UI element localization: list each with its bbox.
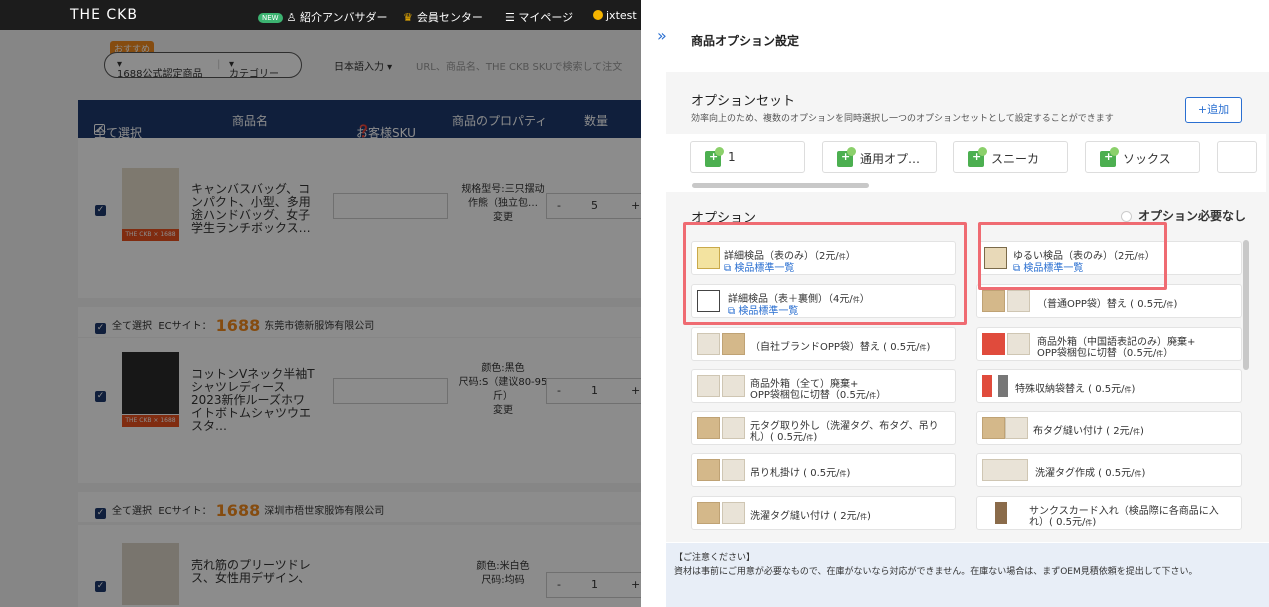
hang-tag-icon (722, 459, 745, 481)
box-icon (697, 375, 720, 397)
brand-bag-icon (697, 333, 720, 355)
care-label-icon (982, 459, 1028, 481)
brand-bag-icon (722, 333, 745, 355)
option-brand-opp-bag[interactable]: （自社ブランドOPP袋）替え ( 0.5元/件) (691, 327, 956, 361)
radio-icon (1121, 211, 1132, 222)
option-set-card[interactable]: 1 (690, 141, 805, 173)
nav-user-label: jxtest (606, 9, 637, 22)
option-set-card[interactable] (1217, 141, 1257, 173)
vertical-scrollbar[interactable] (1243, 240, 1249, 370)
option-tag-removal[interactable]: 元タグ取り外し（洗濯タグ、布タグ、吊り 札）( 0.5元/件) (691, 411, 956, 445)
box-icon (982, 333, 1005, 355)
fabric-tag-icon (1005, 417, 1028, 439)
nav-ambassador[interactable]: NEW ♙ 紹介アンバサダー (258, 9, 388, 25)
care-label-sew-icon (722, 502, 745, 524)
option-text: （普通OPP袋）替え ( 0.5元/件) (1037, 299, 1178, 310)
horizontal-scrollbar[interactable] (692, 183, 869, 188)
option-thanks-card[interactable]: サンクスカード入れ（検品際に各商品に入 れ）( 0.5元/件) (976, 496, 1242, 530)
option-set-label: 通用オプ… (860, 152, 921, 166)
option-box-discard-cn[interactable]: 商品外箱（中国語表記のみ）廃棄+ OPP袋梱包に切替（0.5元/件） (976, 327, 1242, 361)
option-set-dot (715, 147, 724, 156)
no-option-label: オプション必要なし (1138, 209, 1247, 223)
option-set-dot (978, 147, 987, 156)
drawer-header: » 商品オプション設定 (641, 0, 1269, 72)
drawer-title: 商品オプション設定 (691, 34, 800, 48)
option-text: （自社ブランドOPP袋）替え ( 0.5元/件) (750, 342, 931, 353)
opp-bag-icon (982, 290, 1005, 312)
user-avatar-icon (593, 10, 603, 20)
nav-member-center[interactable]: ♛ 会員センター (403, 9, 483, 25)
hang-tag-icon (697, 459, 720, 481)
highlight-box-left (683, 222, 967, 325)
notice-title: 【ご注意ください】 (674, 553, 756, 563)
option-set-card[interactable]: ソックス (1085, 141, 1200, 173)
box-icon (1007, 333, 1030, 355)
special-bag-icon (998, 375, 1008, 397)
option-set-label: 1 (728, 150, 736, 164)
opp-bag-icon (1007, 290, 1030, 312)
option-hang-tag[interactable]: 吊り札掛け ( 0.5元/件) (691, 453, 956, 487)
option-text-line-2: 札）( 0.5元/件) (750, 432, 818, 443)
option-text-line-2: OPP袋梱包に切替（0.5元/件） (1037, 348, 1174, 359)
add-option-set-button[interactable]: +追加 (1185, 97, 1242, 123)
special-bag-icon (982, 375, 992, 397)
option-special-bag[interactable]: 特殊収納袋替え ( 0.5元/件) (976, 369, 1242, 403)
nav-mypage[interactable]: ☰ マイページ (505, 9, 573, 25)
option-box-discard-all[interactable]: 商品外箱（全て）廃棄+ OPP袋梱包に切替（0.5元/件） (691, 369, 956, 403)
nav-member-label: 会員センター (416, 11, 483, 24)
option-text: 布タグ縫い付け ( 2元/件) (1033, 426, 1144, 437)
option-set-title: オプションセット (691, 94, 796, 109)
tag-icon (722, 417, 745, 439)
option-set-dot (1110, 147, 1119, 156)
care-label-sew-icon (697, 502, 720, 524)
option-text: 洗濯タグ作成 ( 0.5元/件) (1035, 468, 1146, 479)
thanks-card-icon (995, 502, 1007, 524)
option-set-card[interactable]: 通用オプ… (822, 141, 937, 173)
tag-icon (697, 417, 720, 439)
option-set-dot (847, 147, 856, 156)
option-fabric-tag-sew[interactable]: 布タグ縫い付け ( 2元/件) (976, 411, 1242, 445)
option-text: 洗濯タグ縫い付け ( 2元/件) (750, 511, 871, 522)
option-care-label-make[interactable]: 洗濯タグ作成 ( 0.5元/件) (976, 453, 1242, 487)
option-set-card[interactable]: スニーカ (953, 141, 1068, 173)
nav-user[interactable]: jxtest (593, 9, 637, 22)
box-icon (722, 375, 745, 397)
option-set-label: スニーカ (991, 152, 1040, 166)
option-care-label-sew[interactable]: 洗濯タグ縫い付け ( 2元/件) (691, 496, 956, 530)
option-set-desc: 効率向上のため、複数のオプションを同時選択し一つのオプションセットとして設定する… (691, 114, 1114, 124)
notice-body: 資材は事前にご用意が必要なもので、在庫がないなら対応ができません。在庫ない場合は… (674, 567, 1198, 577)
list-icon: ☰ (505, 11, 519, 24)
option-text-line-2: OPP袋梱包に切替（0.5元/件） (750, 390, 887, 401)
nav-mypage-label: マイページ (518, 11, 574, 24)
logo[interactable]: THE CKB (70, 7, 138, 23)
option-text: 吊り札掛け ( 0.5元/件) (750, 468, 851, 479)
notice-box: 【ご注意ください】 資材は事前にご用意が必要なもので、在庫がないなら対応ができま… (666, 543, 1269, 607)
option-set-label: ソックス (1123, 152, 1171, 166)
people-icon: ♙ (286, 11, 300, 24)
nav-ambassador-label: 紹介アンバサダー (299, 11, 388, 24)
new-badge: NEW (258, 13, 283, 23)
fabric-tag-icon (982, 417, 1005, 439)
option-text: 特殊収納袋替え ( 0.5元/件) (1015, 384, 1136, 395)
option-text-line-2: れ）( 0.5元/件) (1029, 517, 1097, 528)
highlight-box-right (978, 222, 1167, 290)
collapse-chevrons-icon[interactable]: » (657, 26, 667, 45)
option-settings-drawer: » 商品オプション設定 オプションセット 効率向上のため、複数のオプションを同時… (641, 0, 1269, 607)
crown-icon: ♛ (403, 11, 413, 24)
